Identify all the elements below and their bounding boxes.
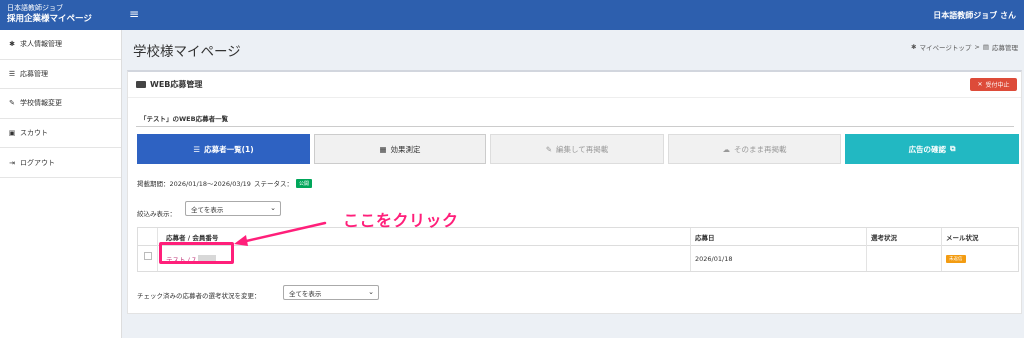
brand-line1: 日本語教師ジョブ <box>7 4 63 12</box>
divider <box>136 126 1014 127</box>
posting-period: 掲載期間：2026/01/18〜2026/03/19 ステータス： 公開 <box>137 178 312 188</box>
tab-label: 効果測定 <box>390 144 421 154</box>
breadcrumb-home-link[interactable]: マイページトップ <box>920 42 972 52</box>
filter-select-value: 全てを表示 <box>191 205 224 214</box>
page-title: 学校様マイページ <box>133 44 241 60</box>
sidebar-item-school-info[interactable]: ✎ 学校情報変更 <box>0 89 121 119</box>
breadcrumb-separator: > <box>974 43 980 51</box>
sidebar-item-label: 求人情報管理 <box>20 40 62 49</box>
sidebar-item-job-management[interactable]: ✱ 求人情報管理 <box>0 30 121 60</box>
period-text: 掲載期間：2026/01/18〜2026/03/19 <box>137 180 251 188</box>
status-label: ステータス： <box>253 180 293 188</box>
tab-label: 広告の確認 <box>908 144 947 154</box>
table-icon: ▦ <box>379 144 387 154</box>
table-cell-date: 2026/01/18 <box>695 255 733 263</box>
tab-effect-measurement[interactable]: ▦ 効果測定 <box>314 134 486 164</box>
sidebar-item-logout[interactable]: ⇥ ログアウト <box>0 148 121 178</box>
applicant-list-title: 「テスト」のWEB応募者一覧 <box>140 115 229 123</box>
row-checkbox[interactable] <box>144 252 152 260</box>
column-header-selection: 選考状況 <box>871 233 897 242</box>
briefcase-icon: ✱ <box>9 40 15 49</box>
stop-accepting-button[interactable]: ✕ 受付中止 <box>970 78 1017 91</box>
sidebar-item-label: ログアウト <box>20 158 55 167</box>
edit-icon: ✎ <box>545 144 552 154</box>
dashboard-icon: ✱ <box>911 43 917 51</box>
web-application-card: WEB応募管理 ✕ 受付中止 「テスト」のWEB応募者一覧 ☰ 応募者一覧(1)… <box>127 70 1022 314</box>
hamburger-menu-icon[interactable]: ≡ <box>129 8 139 20</box>
bulk-change-label: チェック済みの応募者の選考状況を変更： <box>137 292 261 300</box>
breadcrumb-current: 応募管理 <box>992 44 1018 52</box>
tab-label: 応募者一覧(1) <box>204 144 254 154</box>
chevron-down-icon: ⌄ <box>368 288 374 296</box>
brand-logo[interactable]: 日本語教師ジョブ 採用企業様マイページ <box>0 0 122 30</box>
filter-select[interactable]: 全てを表示 ⌄ <box>185 201 281 216</box>
tab-repost-as-is[interactable]: ☁ そのまま再掲載 <box>668 134 841 164</box>
brand-line2: 採用企業様マイページ <box>7 14 92 24</box>
bulk-status-select[interactable]: 全てを表示 ⌄ <box>283 285 379 300</box>
user-menu[interactable]: 日本語教師ジョブ さん <box>933 10 1016 21</box>
mail-status-badge: 未返信 <box>946 255 966 263</box>
id-card-icon: ▤ <box>982 43 989 51</box>
bulk-select-value: 全てを表示 <box>289 289 322 298</box>
tab-label: そのまま再掲載 <box>734 144 787 154</box>
sidebar-item-scout[interactable]: ▣ スカウト <box>0 119 121 149</box>
logout-icon: ⇥ <box>9 158 15 167</box>
annotation-callout: ここをクリック <box>343 211 459 230</box>
card-title-text: WEB応募管理 <box>150 80 203 89</box>
card-title: WEB応募管理 <box>136 79 202 90</box>
external-link-icon: ⧉ <box>950 144 956 153</box>
cloud-upload-icon: ☁ <box>722 144 731 154</box>
list-icon: ☰ <box>193 144 201 154</box>
divider <box>128 97 1021 98</box>
status-badge: 公開 <box>295 178 312 188</box>
tab-applicant-list[interactable]: ☰ 応募者一覧(1) <box>137 134 310 164</box>
user-icon: ▣ <box>8 129 16 138</box>
id-card-icon <box>136 81 146 88</box>
breadcrumb: ✱ マイページトップ > ▤ 応募管理 <box>911 42 1018 52</box>
sidebar-item-label: 学校情報変更 <box>20 99 62 108</box>
stop-accepting-label: 受付中止 <box>985 82 1010 89</box>
tab-label: 編集して再掲載 <box>556 144 609 154</box>
top-navbar: 日本語教師ジョブ 採用企業様マイページ ≡ 日本語教師ジョブ さん <box>0 0 1024 30</box>
sidebar-item-label: スカウト <box>20 129 48 138</box>
sidebar-item-application-management[interactable]: ☰ 応募管理 <box>0 60 121 90</box>
column-header-date: 応募日 <box>695 233 715 242</box>
table-cell-mail: 未返信 <box>942 246 1019 272</box>
sidebar-item-label: 応募管理 <box>20 69 48 78</box>
column-divider <box>157 228 158 271</box>
list-icon: ☰ <box>8 69 16 78</box>
table-cell-selection <box>867 246 942 272</box>
filter-label: 絞込み表示： <box>137 210 176 218</box>
edit-icon: ✎ <box>9 99 15 108</box>
column-header-mail: メール状況 <box>946 233 979 242</box>
sidebar: ✱ 求人情報管理 ☰ 応募管理 ✎ 学校情報変更 ▣ スカウト ⇥ ログアウト <box>0 30 122 338</box>
chevron-down-icon: ⌄ <box>270 204 276 212</box>
annotation-arrow-icon <box>234 221 327 246</box>
tab-ad-preview[interactable]: 広告の確認 ⧉ <box>845 134 1019 164</box>
highlight-box <box>159 242 234 264</box>
tab-edit-repost[interactable]: ✎ 編集して再掲載 <box>490 134 664 164</box>
close-icon: ✕ <box>977 81 983 88</box>
